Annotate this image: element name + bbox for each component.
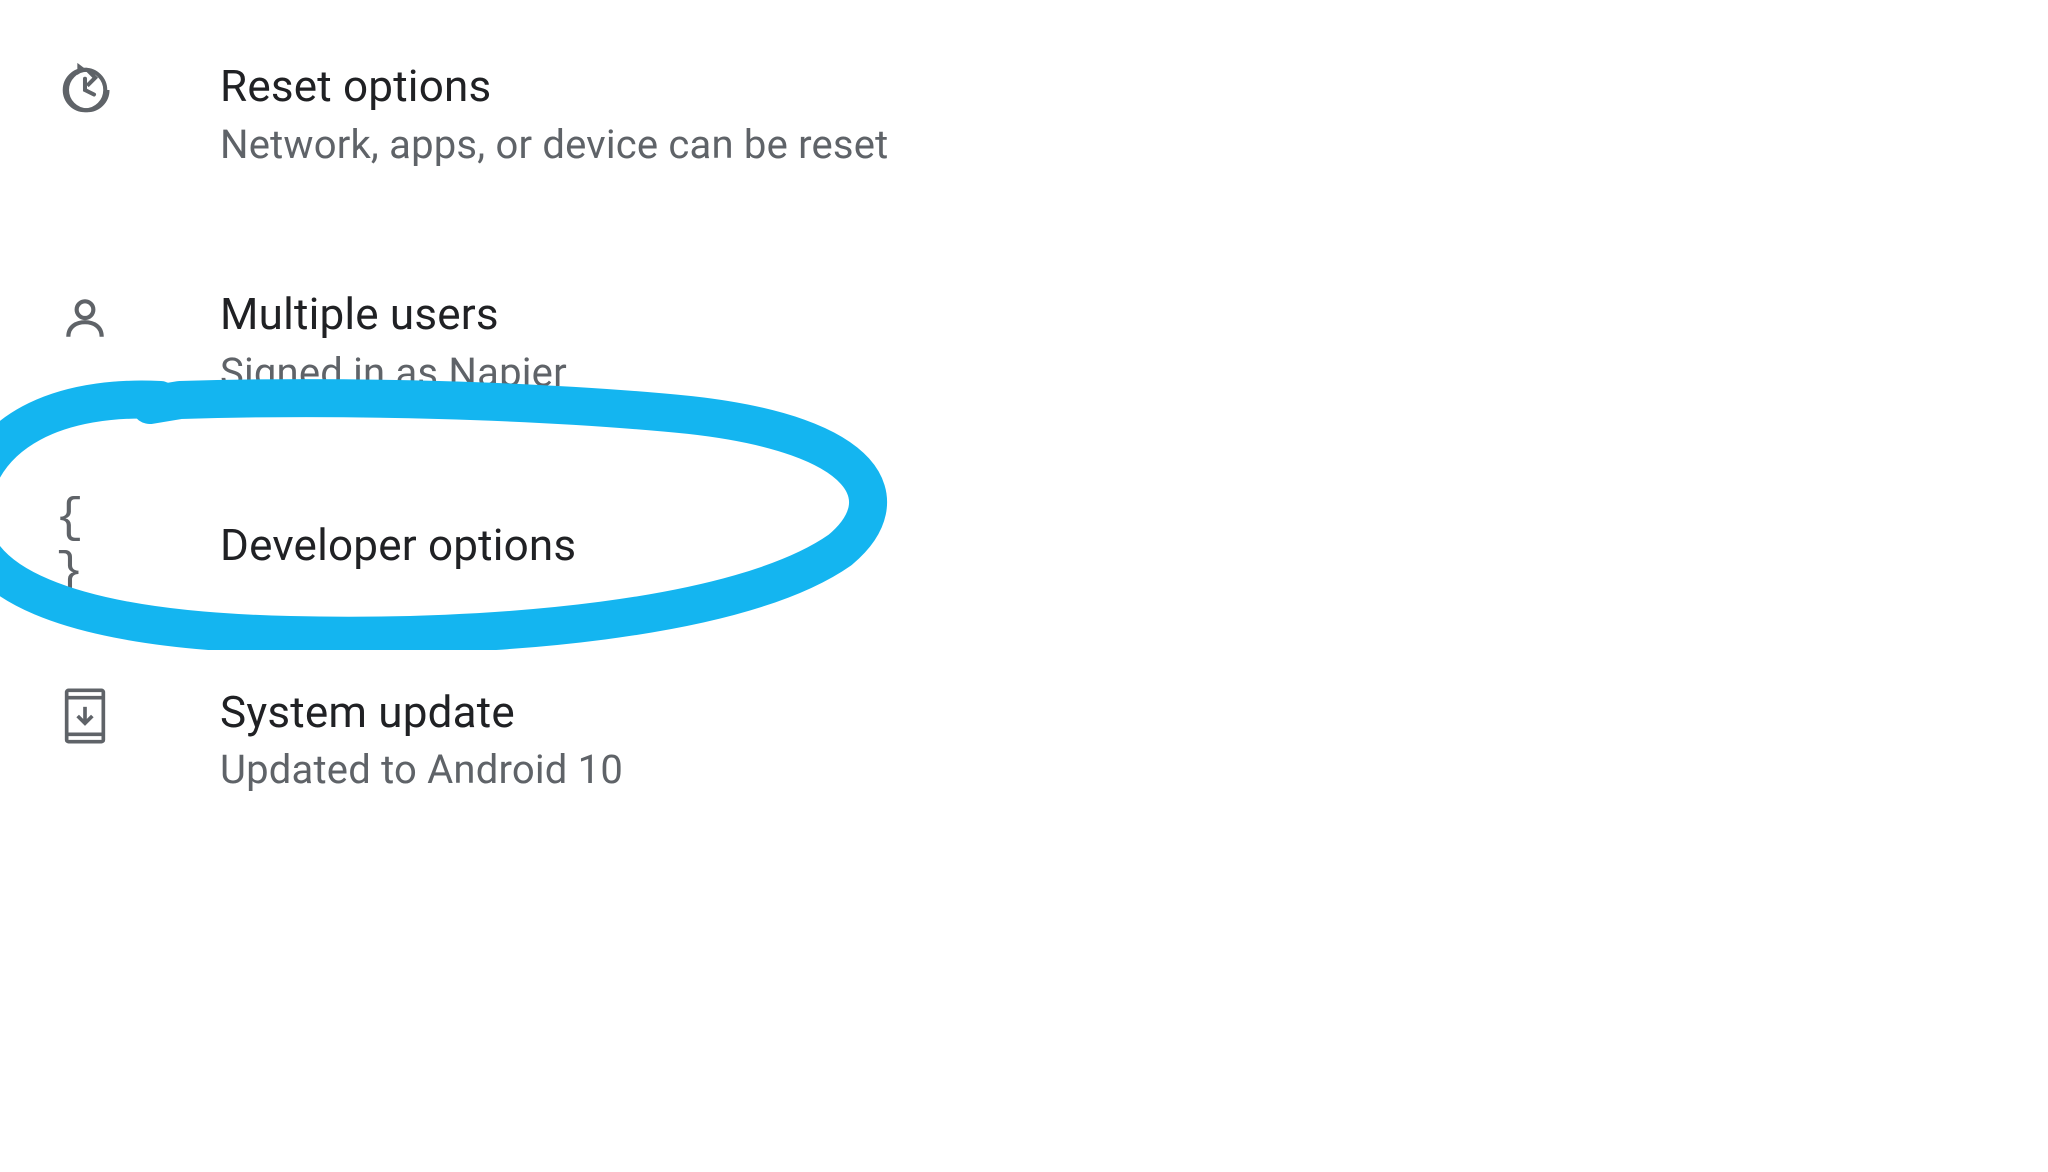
setting-text: Developer options [220, 519, 576, 572]
setting-item-reset-options[interactable]: Reset options Network, apps, or device c… [55, 60, 2048, 168]
setting-text: Reset options Network, apps, or device c… [220, 60, 888, 168]
setting-subtitle: Network, apps, or device can be reset [220, 121, 888, 168]
setting-text: Multiple users Signed in as Napier [220, 288, 567, 396]
setting-title: Developer options [220, 519, 576, 572]
setting-item-multiple-users[interactable]: Multiple users Signed in as Napier [55, 288, 2048, 396]
system-update-icon [55, 686, 115, 746]
setting-subtitle: Signed in as Napier [220, 349, 567, 396]
setting-title: Reset options [220, 60, 888, 113]
settings-list: Reset options Network, apps, or device c… [0, 0, 2048, 793]
braces-icon: { } [55, 516, 115, 576]
setting-title: Multiple users [220, 288, 567, 341]
setting-subtitle: Updated to Android 10 [220, 746, 623, 793]
person-icon [55, 288, 115, 348]
setting-text: System update Updated to Android 10 [220, 686, 623, 794]
setting-item-system-update[interactable]: System update Updated to Android 10 [55, 686, 2048, 794]
restore-icon [55, 60, 115, 120]
setting-item-developer-options[interactable]: { } Developer options [55, 516, 2048, 576]
setting-title: System update [220, 686, 623, 739]
